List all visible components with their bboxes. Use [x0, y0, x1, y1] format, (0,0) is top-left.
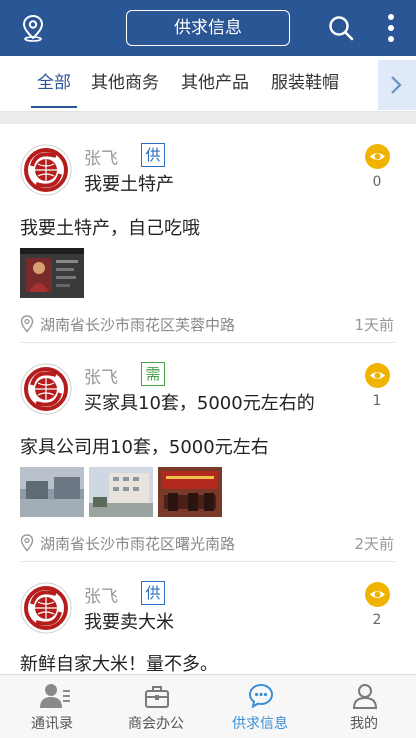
post-time: 1天前	[354, 316, 394, 334]
post-address: 湖南省长沙市雨花区芙蓉中路	[40, 316, 236, 334]
demand-badge: 需	[141, 362, 165, 386]
author-name: 张飞	[84, 587, 118, 607]
post-image-thumbnail[interactable]	[158, 467, 222, 517]
nav-label: 商会办公	[128, 716, 184, 732]
tab-all[interactable]: 全部	[31, 56, 77, 110]
company-logo-icon	[20, 144, 72, 196]
category-tabs: 全部 其他商务 其他产品 服装鞋帽	[0, 56, 416, 112]
app: 供求信息 全部 其他商务 其他产品 服装鞋帽 张飞 供 我要土特产 0 我要土特…	[0, 0, 416, 738]
tab-label: 服装鞋帽	[271, 73, 339, 93]
post-title[interactable]: 我要卖大米	[84, 608, 174, 634]
view-count: 0	[372, 174, 382, 190]
tab-other-business[interactable]: 其他商务	[91, 56, 159, 110]
company-logo-icon	[20, 582, 72, 634]
post-image-thumbnail[interactable]	[20, 467, 84, 517]
map-pin-icon	[20, 534, 34, 552]
more-vertical-icon[interactable]	[381, 12, 401, 44]
post-body[interactable]: 新鲜自家大米！量不多。	[20, 650, 218, 674]
tab-label: 全部	[37, 73, 71, 93]
active-tab-indicator	[31, 106, 77, 108]
search-icon[interactable]	[327, 14, 355, 42]
bottom-nav: 通讯录 商会办公 供求信息 我的	[0, 674, 416, 738]
nav-label: 我的	[350, 716, 378, 732]
post-address: 湖南省长沙市雨花区曙光南路	[40, 535, 236, 553]
view-count: 1	[372, 393, 382, 409]
nav-label: 通讯录	[31, 716, 73, 732]
tabs-scroll-button[interactable]	[378, 60, 416, 110]
contacts-icon	[40, 684, 70, 708]
eye-icon	[365, 363, 390, 388]
post-card[interactable]: 张飞 供 我要土特产 0 我要土特产，自己吃哦 湖南省长沙市雨花区芙蓉中路 1天…	[0, 124, 416, 342]
nav-item-contacts[interactable]: 通讯录	[0, 675, 104, 738]
image-thumbnail-graphic	[20, 248, 84, 298]
nav-item-supply-demand[interactable]: 供求信息	[208, 675, 312, 738]
post-body[interactable]: 我要土特产，自己吃哦	[20, 214, 200, 240]
location-pin-icon[interactable]	[18, 13, 48, 43]
image-thumbnail-graphic	[158, 467, 222, 517]
post-time: 2天前	[354, 535, 394, 553]
user-icon	[352, 684, 378, 709]
chevron-right-icon	[391, 76, 402, 94]
eye-icon	[365, 582, 390, 607]
page-title-button[interactable]: 供求信息	[126, 10, 290, 46]
post-image-thumbnail[interactable]	[89, 467, 153, 517]
post-body[interactable]: 家具公司用10套，5000元左右	[20, 433, 269, 459]
tab-other-products[interactable]: 其他产品	[181, 56, 249, 110]
image-thumbnail-graphic	[20, 467, 84, 517]
map-pin-icon	[20, 315, 34, 333]
tab-label: 其他商务	[91, 73, 159, 93]
eye-icon	[365, 144, 390, 169]
post-image-thumbnail[interactable]	[20, 248, 84, 298]
nav-item-office[interactable]: 商会办公	[104, 675, 208, 738]
post-card[interactable]: 张飞 需 买家具10套，5000元左右的 1 家具公司用10套，5000元左右	[0, 343, 416, 561]
author-name: 张飞	[84, 368, 118, 388]
post-title[interactable]: 我要土特产	[84, 170, 174, 196]
tab-clothing-shoes[interactable]: 服装鞋帽	[271, 56, 339, 110]
header-bar: 供求信息	[0, 0, 416, 56]
view-count: 2	[372, 612, 382, 628]
nav-item-me[interactable]: 我的	[312, 675, 416, 738]
nav-label: 供求信息	[232, 716, 288, 732]
supply-badge: 供	[141, 581, 165, 605]
company-logo-icon	[20, 363, 72, 415]
briefcase-icon	[145, 686, 169, 708]
section-gap	[0, 112, 416, 124]
image-thumbnail-graphic	[89, 467, 153, 517]
chat-bubble-icon	[248, 683, 274, 709]
post-title[interactable]: 买家具10套，5000元左右的	[84, 389, 315, 415]
post-feed[interactable]: 张飞 供 我要土特产 0 我要土特产，自己吃哦 湖南省长沙市雨花区芙蓉中路 1天…	[0, 124, 416, 674]
supply-badge: 供	[141, 143, 165, 167]
author-name: 张飞	[84, 149, 118, 169]
tab-label: 其他产品	[181, 73, 249, 93]
post-card[interactable]: 张飞 供 我要卖大米 2 新鲜自家大米！量不多。	[0, 562, 416, 674]
